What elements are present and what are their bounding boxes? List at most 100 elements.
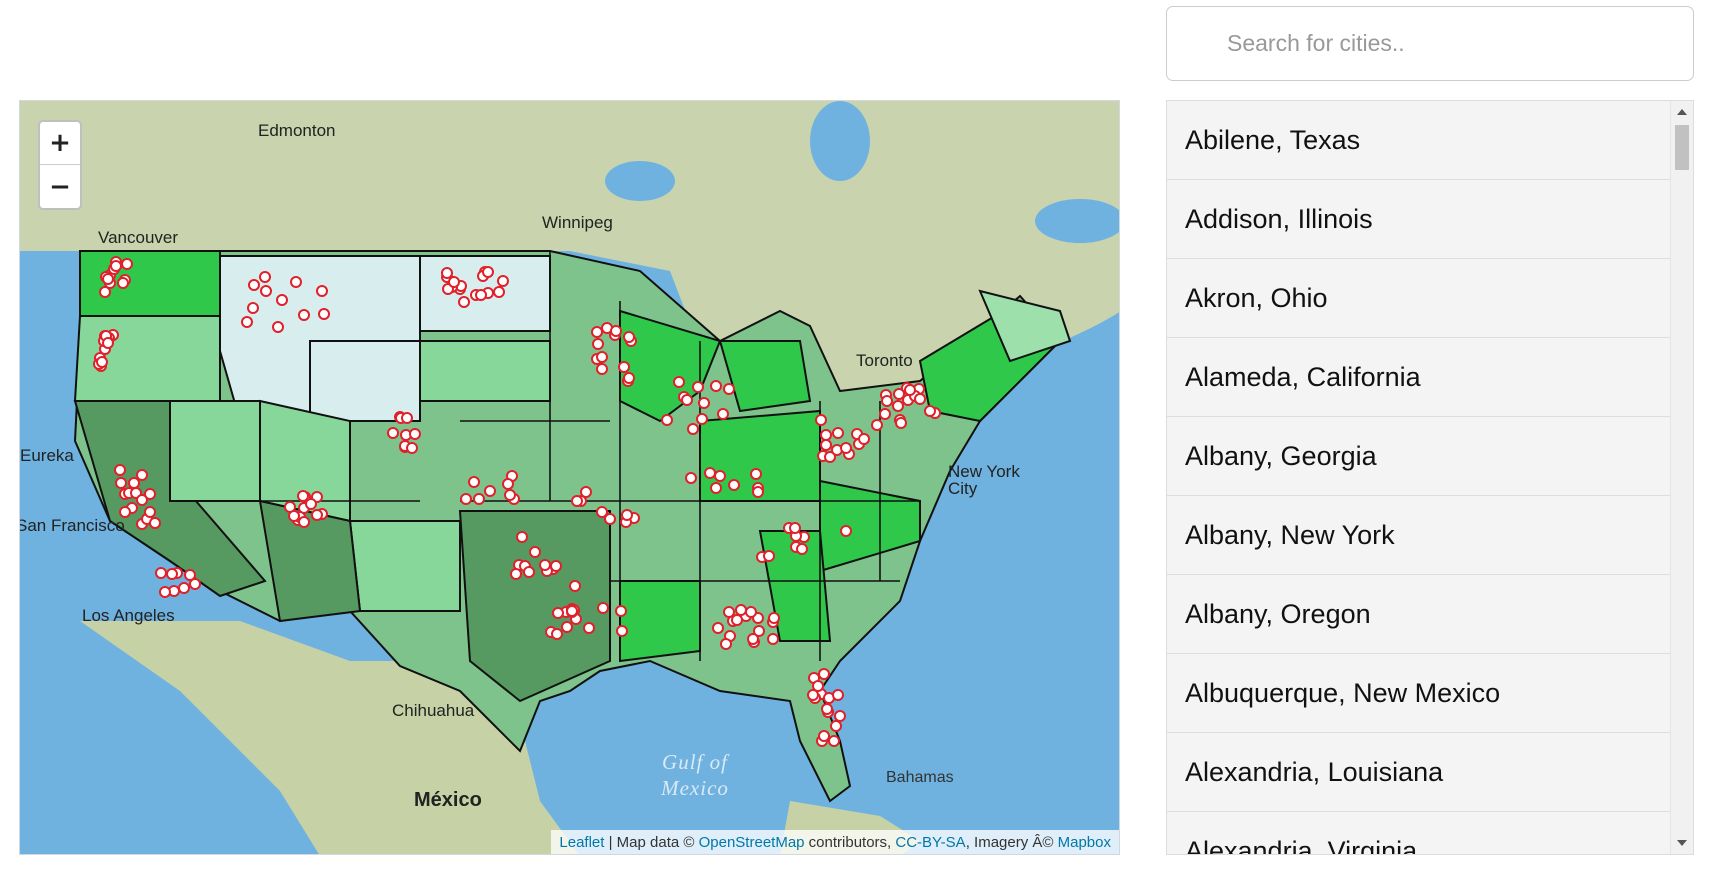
- city-marker[interactable]: [539, 558, 552, 571]
- city-marker[interactable]: [713, 469, 726, 482]
- city-marker[interactable]: [504, 488, 517, 501]
- attribution-text-1: | Map data ©: [604, 833, 699, 851]
- city-marker[interactable]: [119, 505, 132, 518]
- scroll-down-arrow-icon[interactable]: [1677, 840, 1687, 846]
- city-marker[interactable]: [127, 476, 140, 489]
- city-marker[interactable]: [473, 492, 485, 505]
- city-marker[interactable]: [857, 433, 870, 446]
- city-list-item[interactable]: Akron, Ohio: [1167, 259, 1671, 338]
- city-marker[interactable]: [698, 396, 711, 409]
- city-marker[interactable]: [177, 582, 190, 595]
- city-marker[interactable]: [528, 545, 541, 558]
- city-marker[interactable]: [447, 275, 460, 288]
- city-marker[interactable]: [109, 259, 122, 272]
- city-marker[interactable]: [580, 486, 593, 499]
- city-marker[interactable]: [615, 604, 628, 617]
- zoom-in-button[interactable]: +: [40, 122, 80, 165]
- city-marker[interactable]: [121, 257, 134, 270]
- city-list-item[interactable]: Addison, Illinois: [1167, 180, 1671, 259]
- city-marker[interactable]: [623, 371, 636, 384]
- city-marker[interactable]: [551, 606, 564, 619]
- city-marker[interactable]: [819, 439, 832, 452]
- city-marker[interactable]: [660, 413, 673, 426]
- city-marker[interactable]: [297, 309, 310, 322]
- city-marker[interactable]: [101, 337, 114, 350]
- city-marker[interactable]: [275, 293, 288, 306]
- city-marker[interactable]: [311, 508, 324, 521]
- city-marker[interactable]: [113, 463, 126, 476]
- city-marker[interactable]: [609, 324, 622, 337]
- city-marker[interactable]: [484, 484, 497, 497]
- city-marker[interactable]: [831, 688, 844, 701]
- city-marker[interactable]: [723, 382, 736, 395]
- city-list-item[interactable]: Abilene, Texas: [1167, 101, 1671, 180]
- city-marker[interactable]: [116, 276, 129, 289]
- city-marker[interactable]: [795, 543, 808, 556]
- city-marker[interactable]: [592, 337, 605, 350]
- city-marker[interactable]: [298, 515, 311, 528]
- city-list-item[interactable]: Alexandria, Louisiana: [1167, 733, 1671, 812]
- city-list-item[interactable]: Albany, New York: [1167, 496, 1671, 575]
- city-list-item[interactable]: Alexandria, Virginia: [1167, 812, 1671, 854]
- city-marker[interactable]: [719, 637, 732, 650]
- city-marker[interactable]: [687, 422, 700, 435]
- scrollbar-thumb[interactable]: [1675, 125, 1689, 170]
- city-marker[interactable]: [762, 550, 775, 563]
- city-list[interactable]: Abilene, Texas Addison, Illinois Akron, Oh…: [1166, 100, 1694, 855]
- city-list-scrollbar[interactable]: [1670, 101, 1693, 854]
- city-marker[interactable]: [474, 289, 487, 302]
- city-marker[interactable]: [820, 428, 833, 441]
- city-marker[interactable]: [387, 426, 399, 439]
- city-search-input[interactable]: [1166, 6, 1694, 81]
- city-marker[interactable]: [101, 273, 114, 286]
- city-marker[interactable]: [895, 416, 908, 429]
- city-marker[interactable]: [457, 295, 470, 308]
- place-label-eureka: Eureka: [20, 446, 74, 465]
- city-marker[interactable]: [492, 285, 505, 298]
- city-marker[interactable]: [751, 485, 764, 498]
- city-marker[interactable]: [620, 508, 633, 521]
- city-list-item[interactable]: Albuquerque, New Mexico: [1167, 654, 1671, 733]
- openstreetmap-link[interactable]: OpenStreetMap: [699, 834, 805, 851]
- city-list-item[interactable]: Albany, Georgia: [1167, 417, 1671, 496]
- city-marker[interactable]: [766, 633, 779, 646]
- city-marker[interactable]: [696, 412, 709, 425]
- city-marker[interactable]: [241, 315, 254, 328]
- city-marker[interactable]: [135, 494, 148, 507]
- city-marker[interactable]: [406, 441, 419, 454]
- scroll-up-arrow-icon[interactable]: [1677, 109, 1687, 115]
- city-marker[interactable]: [617, 360, 630, 373]
- city-marker[interactable]: [806, 689, 819, 702]
- city-list-item[interactable]: Alameda, California: [1167, 338, 1671, 417]
- city-marker[interactable]: [522, 566, 535, 579]
- city-list-item[interactable]: Albany, Oregon: [1167, 575, 1671, 654]
- city-marker[interactable]: [731, 613, 744, 626]
- cc-by-sa-link[interactable]: CC-BY-SA: [895, 834, 965, 851]
- city-marker[interactable]: [408, 428, 421, 441]
- city-marker[interactable]: [832, 426, 845, 439]
- city-marker[interactable]: [560, 620, 573, 633]
- zoom-out-button[interactable]: −: [40, 165, 80, 208]
- city-marker[interactable]: [568, 579, 581, 592]
- city-marker[interactable]: [296, 489, 309, 502]
- city-marker[interactable]: [685, 471, 698, 484]
- city-marker[interactable]: [148, 516, 161, 529]
- city-marker[interactable]: [582, 622, 595, 635]
- city-marker[interactable]: [747, 632, 760, 645]
- city-marker[interactable]: [595, 350, 608, 363]
- city-marker[interactable]: [165, 567, 178, 580]
- city-marker[interactable]: [820, 703, 833, 716]
- mapbox-link[interactable]: Mapbox: [1058, 834, 1111, 851]
- leaflet-link[interactable]: Leaflet: [559, 834, 604, 851]
- city-marker[interactable]: [880, 394, 893, 407]
- city-marker[interactable]: [247, 279, 260, 292]
- city-marker[interactable]: [502, 477, 515, 490]
- attribution-text-3: , Imagery Â©: [965, 833, 1058, 851]
- city-marker[interactable]: [460, 492, 473, 505]
- map[interactable]: + − Edmonton Vancouver Winnipeg Eureka S…: [19, 100, 1120, 855]
- city-marker[interactable]: [767, 612, 780, 625]
- place-label-los-angeles: Los Angeles: [82, 606, 175, 625]
- city-marker[interactable]: [615, 624, 628, 637]
- city-marker[interactable]: [596, 601, 609, 614]
- city-marker[interactable]: [515, 531, 528, 543]
